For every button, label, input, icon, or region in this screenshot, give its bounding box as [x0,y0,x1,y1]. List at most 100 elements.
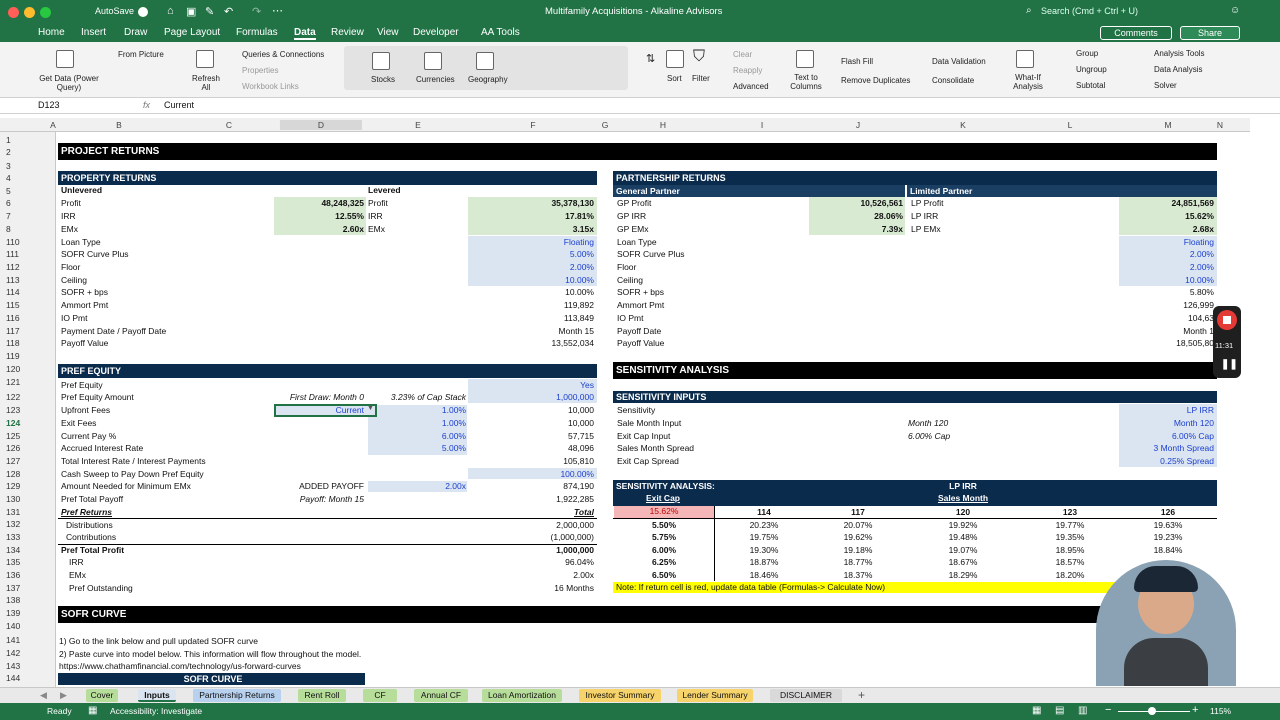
input-cell[interactable]: Floating [468,237,594,248]
value-cell[interactable]: 7.39x [809,224,903,235]
col-header[interactable]: G [602,120,609,130]
input-cell[interactable]: 3 Month Spread [1119,443,1214,454]
zoom-slider-handle[interactable] [1148,707,1156,715]
tab-data[interactable]: Data [294,27,316,40]
input-cell[interactable]: 1,000,000 [468,392,594,403]
tab-developer[interactable]: Developer [413,27,459,38]
sensitivity-cell[interactable]: 18.46% [724,570,804,581]
sheet-tab-investor-summary[interactable]: Investor Summary [579,689,661,702]
row-number[interactable]: 127 [6,456,50,466]
value-cell[interactable]: 16 Months [468,583,594,594]
save-icon[interactable]: ▣ [186,5,196,18]
sensitivity-cell[interactable]: 18.29% [923,570,1003,581]
sensitivity-cell[interactable]: 18.84% [1128,545,1208,556]
value-cell[interactable]: 126,999 [1119,300,1214,311]
input-cell[interactable]: 10.00% [468,275,594,286]
value-cell[interactable]: 12.55% [274,211,364,222]
stocks-button[interactable]: Stocks [371,75,395,84]
comments-button[interactable]: Comments [1100,26,1172,40]
sensitivity-cell[interactable]: 19.77% [1030,520,1110,531]
col-header[interactable]: E [415,120,421,130]
edit-icon[interactable]: ✎ [205,5,214,18]
value-cell[interactable]: 48,248,325 [274,198,364,209]
sensitivity-cell[interactable]: 18.20% [1030,570,1110,581]
row-number[interactable]: 138 [6,595,50,605]
sensitivity-cell[interactable]: 18.57% [1030,557,1110,568]
value-cell[interactable]: 10,000 [468,405,594,416]
tab-view[interactable]: View [377,27,399,38]
value-cell[interactable]: 113,849 [468,313,594,324]
sensitivity-cell[interactable]: 19.23% [1128,532,1208,543]
filter-button[interactable]: Filter [692,74,710,83]
sheet-tab-inputs[interactable]: Inputs [138,689,176,702]
tab-insert[interactable]: Insert [81,27,106,38]
sensitivity-cell[interactable]: 19.07% [923,545,1003,556]
data-validation-button[interactable]: Data Validation [932,57,986,66]
row-number[interactable]: 114 [6,287,50,297]
tab-formulas[interactable]: Formulas [236,27,278,38]
row-number[interactable]: 123 [6,405,50,415]
upfront-fee-dropdown[interactable]: Current [274,405,364,416]
input-cell[interactable]: 100.00% [468,469,594,480]
row-number[interactable]: 112 [6,262,50,272]
get-data-button[interactable]: Get Data (Power Query) [36,74,102,92]
sofr-link[interactable]: https://www.chathamfinancial.com/technol… [59,661,301,672]
sensitivity-cell[interactable]: 18.95% [1030,545,1110,556]
sort-az-icon[interactable]: ⇅ [646,52,655,65]
sensitivity-corner-cell[interactable]: 15.62% [614,506,714,518]
value-cell[interactable]: 15.62% [1119,211,1214,222]
row-number[interactable]: 6 [6,198,50,208]
col-header[interactable]: F [530,120,535,130]
input-cell[interactable]: 5.00% [368,443,466,454]
analysis-tools-button[interactable]: Analysis Tools [1154,49,1205,58]
col-header[interactable]: A [50,120,56,130]
tab-aa-tools[interactable]: AA Tools [481,27,520,38]
row-number[interactable]: 4 [6,173,50,183]
tab-review[interactable]: Review [331,27,364,38]
sensitivity-cell[interactable]: 19.92% [923,520,1003,531]
search-input[interactable]: Search (Cmd + Ctrl + U) [1041,6,1138,16]
value-cell[interactable]: 5.80% [1119,287,1214,298]
profile-icon[interactable]: ☺ [1230,5,1240,16]
data-analysis-button[interactable]: Data Analysis [1154,65,1202,74]
row-number[interactable]: 143 [6,661,50,671]
sensitivity-cell[interactable]: 18.67% [923,557,1003,568]
value-cell[interactable]: 57,715 [468,431,594,442]
from-picture-button[interactable]: From Picture [118,50,164,59]
home-icon[interactable]: ⌂ [167,5,174,17]
sensitivity-cell[interactable]: 19.48% [923,532,1003,543]
currencies-button[interactable]: Currencies [416,75,455,84]
text-to-columns-button[interactable]: Text to Columns [786,73,826,91]
col-header[interactable]: L [1068,120,1073,130]
value-cell[interactable]: 10,000 [468,418,594,429]
what-if-analysis-button[interactable]: What-If Analysis [1010,73,1046,91]
sensitivity-cell[interactable]: 19.35% [1030,532,1110,543]
row-number[interactable]: 3 [6,161,50,171]
close-window-icon[interactable] [8,7,19,18]
col-header-selected[interactable]: D [279,120,363,130]
ungroup-button[interactable]: Ungroup [1076,65,1107,74]
input-cell[interactable]: 5.00% [468,249,594,260]
sheet-tab-disclaimer[interactable]: DISCLAIMER [770,689,842,702]
row-number[interactable]: 111 [6,249,50,259]
page-break-view-icon[interactable]: ▥ [1078,705,1087,716]
col-header[interactable]: C [226,120,232,130]
col-header[interactable]: K [960,120,966,130]
input-cell[interactable]: 2.00% [1119,249,1214,260]
undo-icon[interactable]: ↶ [224,5,233,18]
value-cell[interactable]: 1,000,000 [468,545,594,556]
value-cell[interactable]: 13,552,034 [468,338,594,349]
value-cell[interactable]: 48,096 [468,443,594,454]
row-number[interactable]: 134 [6,545,50,555]
zoom-out-icon[interactable]: − [1105,704,1111,716]
row-number[interactable]: 132 [6,519,50,529]
sheet-tab-lender-summary[interactable]: Lender Summary [677,689,753,702]
input-cell[interactable]: 1.00% [368,418,466,429]
value-cell[interactable]: 18,505,80 [1119,338,1214,349]
value-cell[interactable]: 874,190 [468,481,594,492]
flash-fill-button[interactable]: Flash Fill [841,57,873,66]
input-cell[interactable]: 2.00% [468,262,594,273]
redo-icon[interactable]: ↷ [252,5,261,18]
value-cell[interactable]: 104,63 [1119,313,1214,324]
zoom-level[interactable]: 115% [1210,706,1231,716]
